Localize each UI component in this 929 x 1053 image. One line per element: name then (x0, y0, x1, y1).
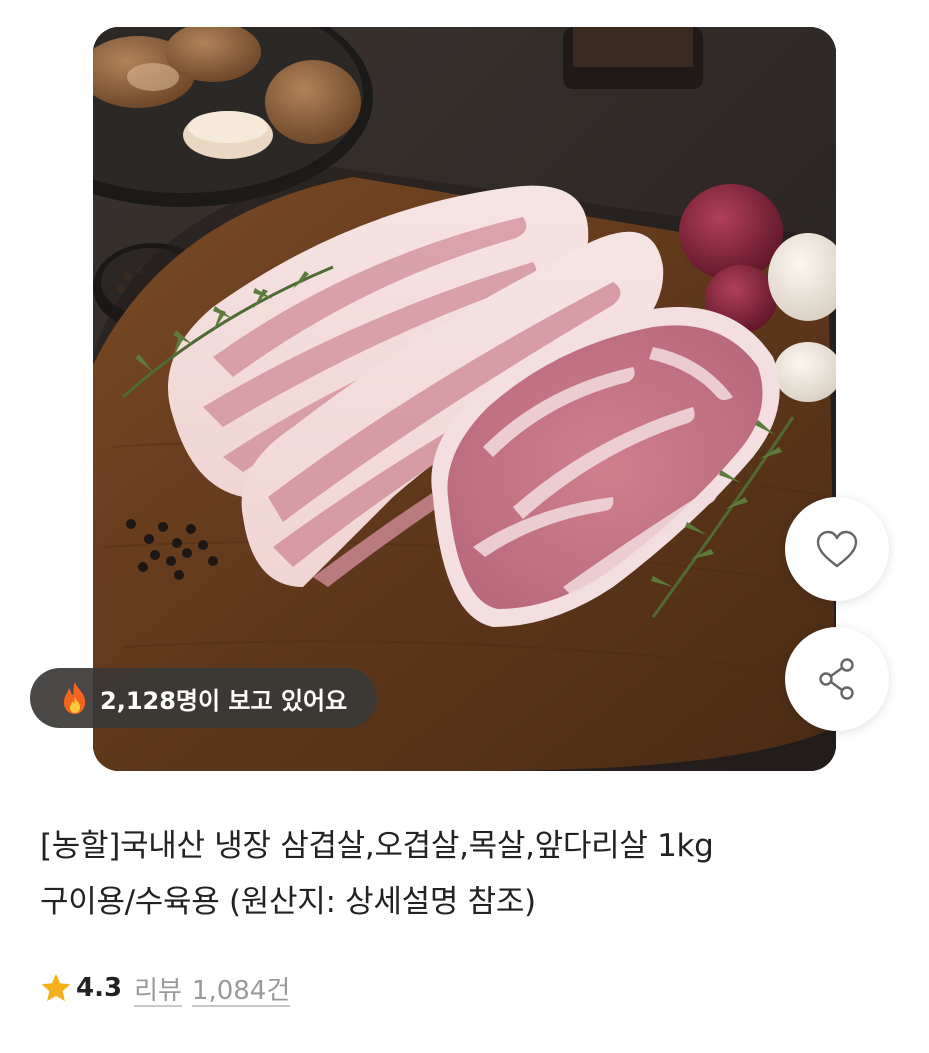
review-count: 1,084건 (191, 975, 291, 1006)
star-icon (41, 974, 71, 1002)
viewers-badge: 2,128명이 보고 있어요 (30, 668, 378, 728)
fire-icon (64, 682, 86, 714)
product-title-line-2: 구이용/수육용 (원산지: 상세설명 참조) (40, 884, 536, 920)
review-link[interactable]: 리뷰 1,084건 (134, 970, 290, 1007)
share-button[interactable] (785, 627, 889, 731)
heart-outline-icon (816, 530, 858, 568)
rating-row: 4.3 리뷰 1,084건 (40, 966, 290, 1010)
review-label: 리뷰 (134, 975, 182, 1006)
share-icon (819, 658, 854, 700)
product-title: [농할]국내산 냉장 삼겹살,오겹살,목살,앞다리살 1kg 구이용/수육용 (… (40, 818, 900, 930)
viewers-text: 2,128명이 보고 있어요 (100, 686, 348, 715)
wishlist-button[interactable] (785, 497, 889, 601)
product-detail-page: 2,128명이 보고 있어요 [농할]국내산 냉장 삼겹살,오겹살,목살,앞다리… (0, 0, 929, 1053)
product-image[interactable] (93, 27, 836, 771)
rating-score: 4.3 (76, 973, 123, 1003)
product-title-line-1: [농할]국내산 냉장 삼겹살,오겹살,목살,앞다리살 1kg (40, 828, 714, 864)
